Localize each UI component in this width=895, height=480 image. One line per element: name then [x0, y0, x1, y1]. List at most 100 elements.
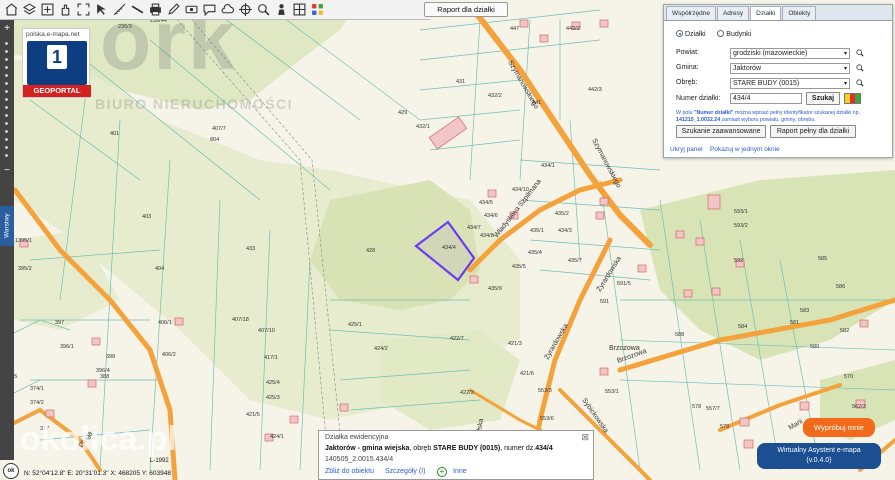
assistant-version: (v.0.4.0): [806, 457, 832, 464]
edit-icon[interactable]: [164, 1, 182, 19]
radio-group: Działki Budynki: [676, 30, 751, 38]
bottom-watermark: okolica.pl: [20, 420, 177, 458]
line-icon[interactable]: [128, 1, 146, 19]
advanced-search-button[interactable]: Szukanie zaawansowane: [676, 125, 766, 138]
compare-icon[interactable]: [290, 1, 308, 19]
svg-text:442/3: 442/3: [588, 87, 602, 93]
plus-circle-icon[interactable]: +: [437, 467, 447, 477]
gmina-select[interactable]: Jaktorów ▾: [730, 63, 850, 74]
print-icon[interactable]: [146, 1, 164, 19]
tab-wspolrzedne[interactable]: Współrzędne: [666, 6, 716, 20]
svg-text:581: 581: [790, 320, 799, 326]
ok-badge[interactable]: ok: [3, 463, 19, 479]
layers-tab[interactable]: Warstwy: [0, 206, 14, 246]
close-icon[interactable]: ⊠: [581, 432, 589, 443]
hand-icon[interactable]: [56, 1, 74, 19]
full-report-button[interactable]: Raport pełny dla działki: [770, 125, 856, 138]
svg-text:424/2: 424/2: [374, 346, 388, 352]
tab-adresy[interactable]: Adresy: [716, 6, 750, 20]
parcel-number-input[interactable]: 434/4: [730, 93, 802, 104]
search-icon[interactable]: [856, 64, 864, 72]
try-me-button[interactable]: Wypróbuj mnie: [803, 418, 875, 437]
zoom-level-tick[interactable]: [5, 146, 8, 149]
zoom-level-tick[interactable]: [5, 66, 8, 69]
cloud-icon[interactable]: [218, 1, 236, 19]
gmina-label: Gmina:: [676, 64, 699, 71]
zoom-level-tick[interactable]: [5, 98, 8, 101]
annotation-icon[interactable]: [200, 1, 218, 19]
svg-text:1395/1: 1395/1: [15, 238, 32, 244]
search-icon[interactable]: [856, 79, 864, 87]
zoom-level-tick[interactable]: [5, 74, 8, 77]
hint-rest: można wpisać pełny identyfikator szukane…: [733, 110, 861, 116]
other-link[interactable]: Inne: [453, 468, 467, 475]
radio-budynki[interactable]: [717, 30, 725, 37]
zoom-level-tick[interactable]: [5, 130, 8, 133]
select-arrow-icon[interactable]: [92, 1, 110, 19]
measure-icon[interactable]: [110, 1, 128, 19]
zoom-in-box-icon[interactable]: [38, 1, 56, 19]
obreb-value: STARE BUDY (0015): [733, 80, 800, 87]
single-window-link[interactable]: Pokazuj w jednym oknie: [710, 146, 780, 153]
svg-text:401: 401: [110, 131, 119, 137]
legend-green: [855, 94, 860, 103]
svg-text:429: 429: [398, 110, 407, 116]
virtual-assistant-button[interactable]: Wirtualny Asystent e-mapa (v.0.4.0): [757, 443, 881, 469]
search-panel: Współrzędne Adresy Działki Obiekty Dział…: [663, 4, 893, 158]
svg-text:578: 578: [692, 404, 701, 410]
svg-text:435/9: 435/9: [488, 286, 502, 292]
zoom-to-object-link[interactable]: Zbliż do obiektu: [325, 468, 374, 475]
hide-panel-link[interactable]: Ukryj panel: [670, 146, 703, 153]
obreb-select[interactable]: STARE BUDY (0015) ▾: [730, 78, 850, 89]
svg-text:407/18: 407/18: [232, 317, 249, 323]
svg-text:447: 447: [510, 26, 519, 32]
svg-text:407/10: 407/10: [258, 328, 275, 334]
zoom-level-tick[interactable]: [5, 106, 8, 109]
color-legend-icon[interactable]: [844, 93, 861, 104]
gmina-name: Jaktorów - gmina wiejska: [325, 445, 410, 452]
svg-text:580: 580: [810, 344, 819, 350]
svg-text:585: 585: [818, 256, 827, 262]
fullscreen-icon[interactable]: [74, 1, 92, 19]
search-icon[interactable]: [254, 1, 272, 19]
svg-text:395/2: 395/2: [18, 266, 32, 272]
route-icon[interactable]: [182, 1, 200, 19]
zoom-level-tick[interactable]: [5, 42, 8, 45]
svg-text:396/1: 396/1: [60, 344, 74, 350]
tab-dzialki[interactable]: Działki: [750, 6, 782, 20]
tab-obiekty[interactable]: Obiekty: [782, 6, 817, 20]
svg-text:425/1: 425/1: [348, 322, 362, 328]
search-button[interactable]: Szukaj: [806, 92, 840, 105]
search-icon[interactable]: [856, 49, 864, 57]
svg-text:432/2: 432/2: [488, 93, 502, 99]
hint-prefix: W polu: [676, 110, 694, 116]
svg-text:374/1: 374/1: [30, 386, 44, 392]
zoom-level-tick[interactable]: [5, 114, 8, 117]
zoom-level-tick[interactable]: [5, 122, 8, 125]
numer-label: Numer działki:: [676, 95, 721, 102]
hint-text: W polu "Numer działki" można wpisać pełn…: [676, 110, 890, 124]
zoom-level-tick[interactable]: [5, 82, 8, 85]
report-for-parcel-button[interactable]: Raport dla działki: [424, 2, 508, 17]
zoom-level-tick[interactable]: [5, 138, 8, 141]
street-view-icon[interactable]: [272, 1, 290, 19]
svg-text:433: 433: [246, 246, 255, 252]
zoom-level-tick[interactable]: [5, 90, 8, 93]
zoom-level-tick[interactable]: [5, 50, 8, 53]
gmina-value: Jaktorów: [733, 65, 762, 72]
details-link[interactable]: Szczegóły (I): [385, 468, 425, 475]
geoportal-logo[interactable]: polska.e-mapa.net 1 GEOPORTAL: [22, 28, 91, 98]
zoom-level-tick[interactable]: [5, 58, 8, 61]
zoom-out-icon[interactable]: −: [1, 166, 13, 176]
grid-apps-icon[interactable]: [308, 1, 326, 19]
zoom-level-tick[interactable]: [5, 154, 8, 157]
svg-text:553/6: 553/6: [540, 416, 554, 422]
layers-icon[interactable]: [20, 1, 38, 19]
powiat-select[interactable]: grodziski (mazowieckie) ▾: [730, 48, 850, 59]
radio-dzialki[interactable]: [676, 30, 683, 37]
zoom-extent-icon[interactable]: [2, 1, 20, 19]
svg-text:586: 586: [836, 284, 845, 290]
svg-text:388: 388: [100, 374, 109, 380]
zoom-in-icon[interactable]: +: [1, 24, 13, 34]
coordinates-icon[interactable]: [236, 1, 254, 19]
